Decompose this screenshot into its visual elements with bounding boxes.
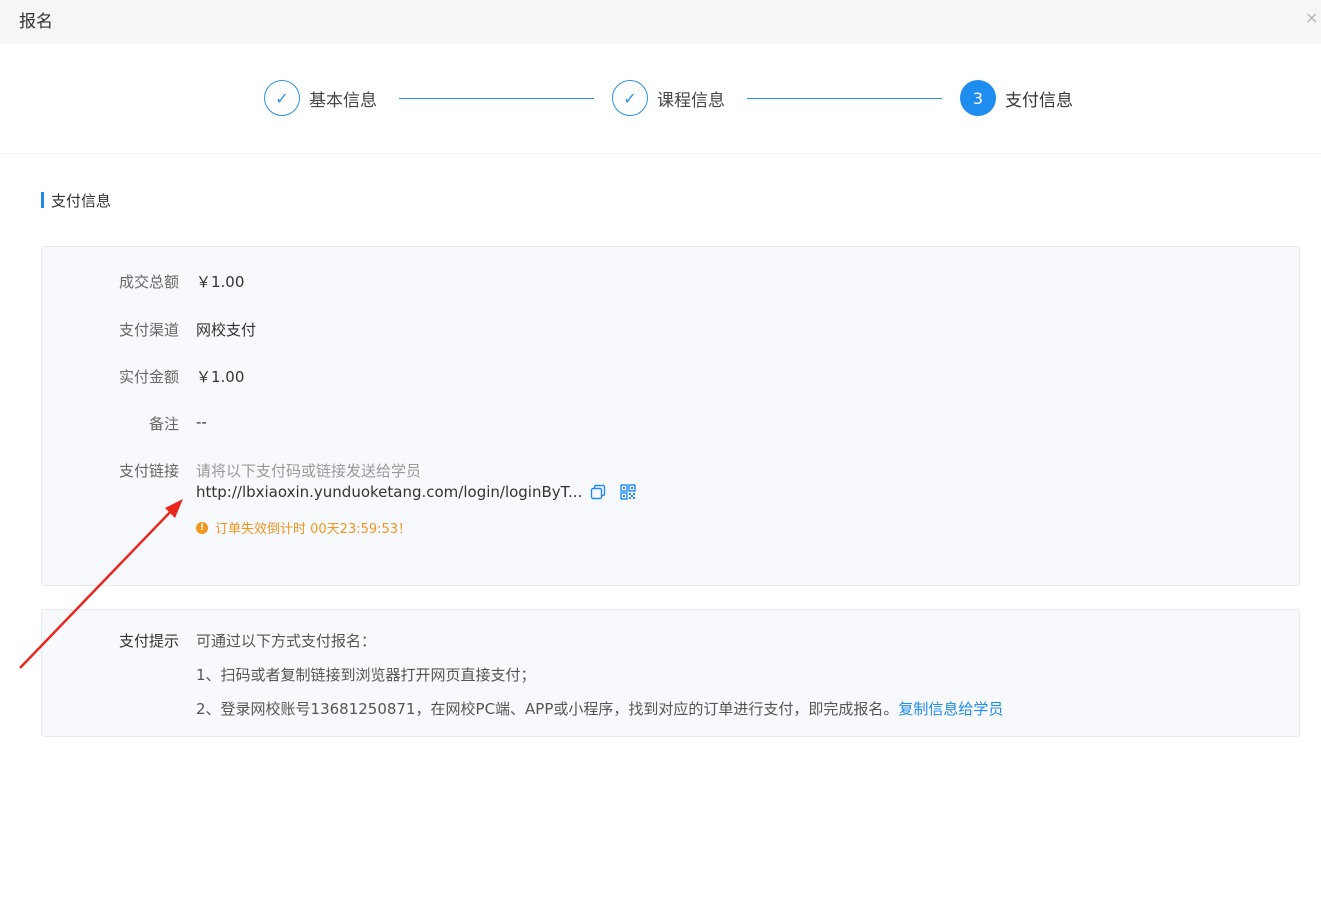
step-label: 支付信息 <box>1005 90 1073 111</box>
copy-icon[interactable] <box>590 484 606 500</box>
tips-intro: 可通过以下方式支付报名： <box>196 632 377 650</box>
stepper: ✓ 基本信息 ✓ 课程信息 3 支付信息 <box>0 44 1321 154</box>
check-icon: ✓ <box>264 80 300 116</box>
qrcode-icon[interactable] <box>620 484 637 500</box>
note-label: 备注 <box>148 415 179 433</box>
step-basic-info: ✓ 基本信息 <box>264 79 377 117</box>
tips-line-1: 1、扫码或者复制链接到浏览器打开网页直接支付； <box>196 666 536 684</box>
total-value: ￥1.00 <box>196 273 245 291</box>
payment-link: http://lbxiaoxin.yunduoketang.com/login/… <box>196 483 637 501</box>
check-icon: ✓ <box>612 80 648 116</box>
channel-label: 支付渠道 <box>118 321 179 339</box>
dialog-header: 报名 × <box>0 0 1321 44</box>
section-title: 支付信息 <box>51 191 112 210</box>
step-connector <box>747 98 942 99</box>
total-row: 成交总额 ￥1.00 <box>42 271 244 292</box>
countdown-notice: ! 订单失效倒计时 00天23:59:53！ <box>196 518 411 537</box>
dialog-title: 报名 <box>19 12 53 32</box>
total-label: 成交总额 <box>118 273 179 291</box>
channel-row: 支付渠道 网校支付 <box>42 319 256 340</box>
warning-icon: ! <box>196 521 208 534</box>
note-value: -- <box>196 413 207 431</box>
paid-label: 实付金额 <box>118 368 179 386</box>
step-connector <box>399 98 594 99</box>
link-hint: 请将以下支付码或链接发送给学员 <box>196 462 422 480</box>
tips-line-2: 2、登录网校账号13681250871，在网校PC端、APP或小程序，找到对应的… <box>196 698 1003 719</box>
step-number-badge: 3 <box>960 80 996 116</box>
step-label: 基本信息 <box>309 90 377 111</box>
link-label: 支付链接 <box>118 462 179 480</box>
payment-url[interactable]: http://lbxiaoxin.yunduoketang.com/login/… <box>196 483 582 501</box>
paid-value: ￥1.00 <box>196 368 245 386</box>
step-label: 课程信息 <box>657 90 725 111</box>
step-payment-info: 3 支付信息 <box>960 79 1073 117</box>
close-icon[interactable]: × <box>1305 10 1321 26</box>
section-accent-bar <box>41 192 44 208</box>
payment-tips-panel: 支付提示 可通过以下方式支付报名： 1、扫码或者复制链接到浏览器打开网页直接支付… <box>41 609 1300 737</box>
note-row: 备注 -- <box>42 413 207 434</box>
countdown-text: 订单失效倒计时 00天23:59:53！ <box>215 522 412 537</box>
payment-info-panel: 成交总额 ￥1.00 支付渠道 网校支付 实付金额 ￥1.00 备注 -- 支付… <box>41 246 1300 586</box>
tips-line-2-text: 2、登录网校账号13681250871，在网校PC端、APP或小程序，找到对应的… <box>196 700 899 718</box>
link-row: 支付链接 <box>42 460 179 481</box>
channel-value: 网校支付 <box>196 321 257 339</box>
paid-row: 实付金额 ￥1.00 <box>42 366 244 387</box>
step-course-info: ✓ 课程信息 <box>612 79 725 117</box>
section-heading: 支付信息 <box>41 190 111 210</box>
copy-info-link[interactable]: 复制信息给学员 <box>898 700 1003 718</box>
tips-label: 支付提示 <box>118 632 179 650</box>
